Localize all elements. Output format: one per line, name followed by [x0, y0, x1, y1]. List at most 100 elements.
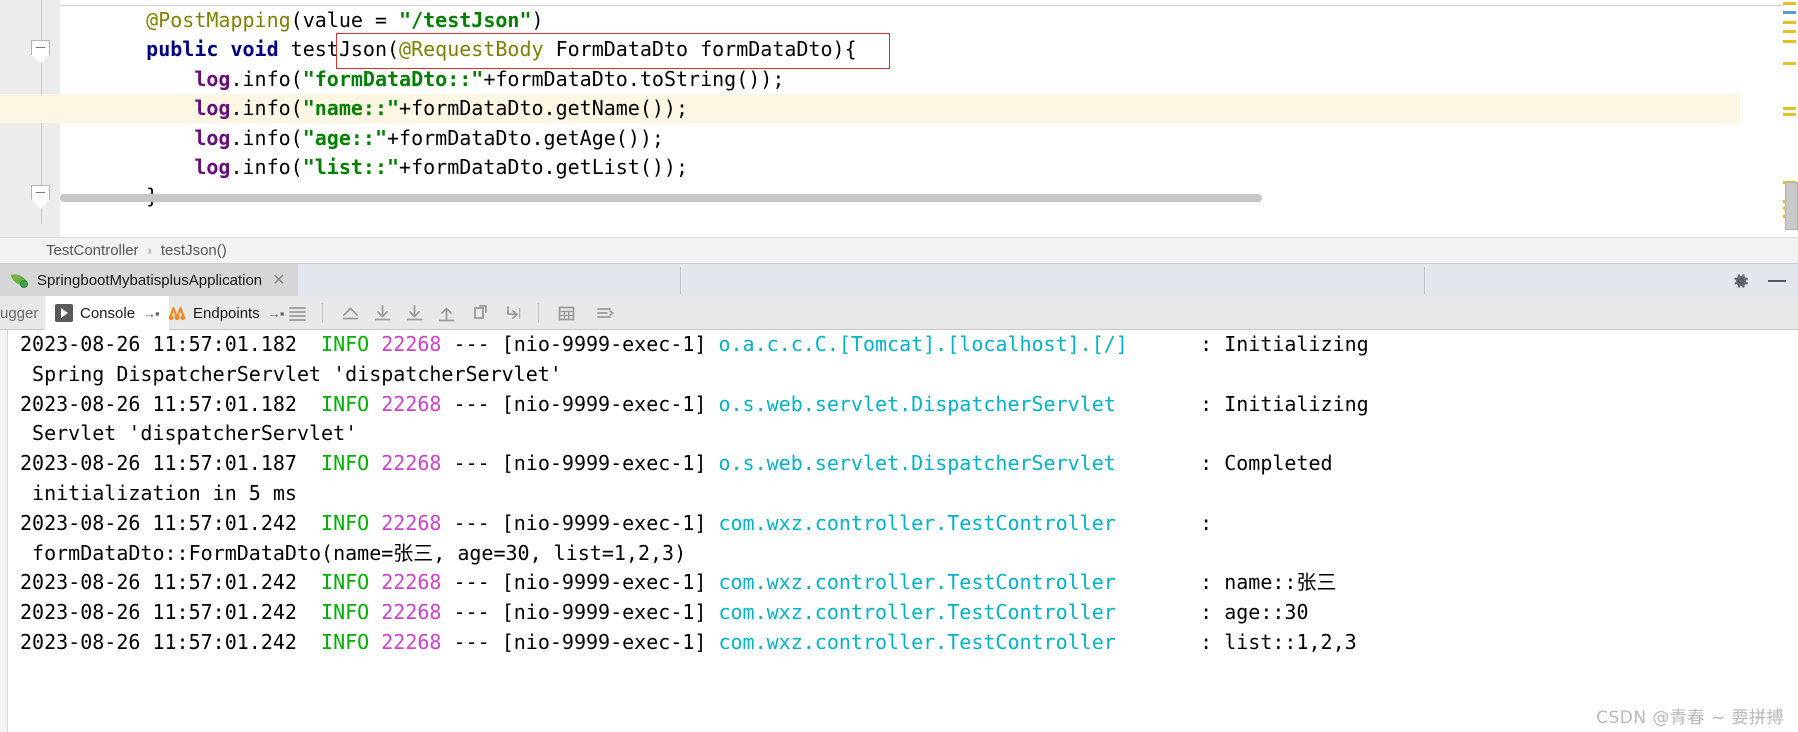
log-pad [1116, 451, 1200, 475]
log-level: INFO [321, 570, 370, 595]
log-space [369, 511, 381, 535]
console-log-entry[interactable]: 2023-08-26 11:57:01.242 INFO 22268 --- [… [20, 598, 1798, 628]
log-message: Initializing [1224, 332, 1369, 356]
toolbar-divider [322, 303, 323, 323]
console-log-continuation[interactable]: formDataDto::FormDataDto(name=张三, age=30… [20, 539, 1798, 569]
tabbar-divider [1424, 267, 1425, 294]
scroll-to-top-icon[interactable] [340, 303, 361, 323]
code-token: testJson( [290, 37, 400, 62]
log-colon: : [1200, 629, 1213, 654]
console-log-entry[interactable]: 2023-08-26 11:57:01.242 INFO 22268 --- [… [20, 628, 1798, 658]
watermark: CSDN @青春 ~ 要拼搏 [1596, 708, 1784, 728]
editor-vertical-scrollbar-thumb[interactable] [1785, 182, 1798, 230]
warning-marker[interactable] [1783, 107, 1796, 110]
log-timestamp: 2023-08-26 11:57:01.242 [20, 600, 297, 625]
breadcrumb-method[interactable]: testJson() [161, 242, 227, 259]
tab-debugger-partial[interactable]: ugger [0, 296, 48, 330]
console-toolbar[interactable]: ugger Console →▪ Endpoints →▪ [0, 296, 1798, 330]
warning-marker[interactable] [1783, 113, 1796, 116]
settings-list-icon[interactable] [594, 303, 615, 323]
tab-console-label: Console [80, 304, 136, 322]
soft-wrap-icon[interactable] [287, 303, 308, 323]
log-space [490, 600, 502, 624]
code-line[interactable]: public void testJson(@RequestBody FormDa… [60, 35, 1670, 64]
log-space [441, 392, 453, 416]
warning-marker[interactable] [1783, 2, 1796, 5]
code-token: FormDataDto formDataDto){ [543, 37, 857, 62]
log-timestamp: 2023-08-26 11:57:01.182 [20, 391, 297, 416]
editor-marker-gutter[interactable] [1782, 0, 1798, 237]
log-separator: --- [453, 600, 490, 625]
code-line[interactable]: log.info("name::"+formDataDto.getName())… [60, 94, 1670, 123]
log-colon: : [1200, 391, 1213, 416]
log-space [706, 332, 718, 356]
code-line[interactable]: log.info("list::"+formDataDto.getList())… [60, 153, 1670, 182]
fold-marker-collapse-bottom[interactable] [31, 185, 52, 209]
scroll-up-icon[interactable] [436, 303, 457, 323]
warning-marker[interactable] [1783, 30, 1796, 33]
scroll-to-end-icon[interactable] [404, 303, 425, 323]
log-thread: [nio-9999-exec-1] [501, 510, 707, 535]
warning-marker[interactable] [1783, 21, 1796, 24]
run-tab-label: SpringbootMybatisplusApplication [37, 272, 263, 289]
log-thread: [nio-9999-exec-1] [501, 391, 707, 416]
console-log-text[interactable]: 2023-08-26 11:57:01.182 INFO 22268 --- [… [20, 330, 1798, 658]
log-space [490, 332, 502, 356]
editor-horizontal-scrollbar[interactable] [60, 194, 1262, 202]
log-space [441, 600, 453, 624]
spring-leaf-icon [10, 271, 29, 289]
info-marker[interactable] [1783, 11, 1796, 14]
scroll-down-icon[interactable] [372, 303, 393, 323]
code-line[interactable]: @PostMapping(value = "/testJson") [60, 6, 1670, 35]
breadcrumb-class[interactable]: TestController [46, 242, 139, 259]
console-log-entry[interactable]: 2023-08-26 11:57:01.187 INFO 22268 --- [… [20, 449, 1798, 479]
run-tool-window-tabbar[interactable]: SpringbootMybatisplusApplication ✕ [0, 263, 1798, 297]
print-icon[interactable] [470, 303, 491, 323]
tab-endpoints[interactable]: Endpoints →▪ [157, 296, 293, 330]
log-message: Initializing [1224, 391, 1369, 416]
console-log-entry[interactable]: 2023-08-26 11:57:01.182 INFO 22268 --- [… [20, 390, 1798, 420]
code-editor[interactable]: @PostMapping(value = "/testJson") public… [0, 0, 1798, 237]
console-log-entry[interactable]: 2023-08-26 11:57:01.242 INFO 22268 --- [… [20, 509, 1798, 539]
code-token: (value = [290, 8, 400, 32]
code-line[interactable]: log.info("age::"+formDataDto.getAge()); [60, 124, 1670, 153]
endpoints-icon [167, 304, 187, 322]
log-space [1212, 451, 1224, 475]
close-icon[interactable]: ✕ [272, 272, 285, 289]
code-token: .info( [230, 66, 303, 91]
gear-icon[interactable] [1732, 272, 1750, 290]
breadcrumb[interactable]: TestController › testJson() [0, 237, 1798, 263]
log-colon: : [1200, 570, 1213, 595]
console-log-continuation[interactable]: initialization in 5 ms [20, 479, 1798, 509]
breadcrumb-separator-icon: › [147, 243, 152, 258]
log-timestamp: 2023-08-26 11:57:01.182 [20, 332, 297, 356]
run-tab-springboot-app[interactable]: SpringbootMybatisplusApplication ✕ [0, 264, 298, 297]
log-pad [1116, 600, 1200, 624]
log-space [369, 451, 381, 475]
table-view-icon[interactable] [556, 303, 577, 323]
console-output-panel[interactable]: 2023-08-26 11:57:01.182 INFO 22268 --- [… [0, 330, 1798, 732]
console-log-entry[interactable]: 2023-08-26 11:57:01.182 INFO 22268 --- [… [20, 330, 1798, 360]
console-log-continuation[interactable]: Spring DispatcherServlet 'dispatcherServ… [20, 360, 1798, 390]
code-token: "list::" [302, 154, 400, 179]
code-text[interactable]: @PostMapping(value = "/testJson") public… [60, 6, 1670, 212]
tab-console[interactable]: Console →▪ [45, 296, 169, 330]
log-space [297, 451, 321, 475]
warning-marker[interactable] [1783, 40, 1796, 43]
clear-all-icon[interactable] [503, 303, 524, 323]
warning-marker[interactable] [1783, 62, 1796, 65]
code-token: log [194, 154, 231, 179]
code-line[interactable]: log.info("formDataDto::"+formDataDto.toS… [60, 65, 1670, 94]
log-space [441, 511, 453, 535]
pin-tab-icon[interactable]: →▪ [268, 306, 285, 321]
console-log-entry[interactable]: 2023-08-26 11:57:01.242 INFO 22268 --- [… [20, 568, 1798, 598]
log-message: age::30 [1224, 600, 1309, 625]
console-log-continuation[interactable]: Servlet 'dispatcherServlet' [20, 419, 1798, 449]
minimize-icon[interactable] [1768, 280, 1786, 282]
log-continuation-text: Spring DispatcherServlet 'dispatcherServ… [20, 361, 562, 386]
fold-marker-collapse-top[interactable] [31, 40, 52, 64]
log-thread: [nio-9999-exec-1] [501, 332, 707, 356]
log-space [490, 451, 502, 475]
